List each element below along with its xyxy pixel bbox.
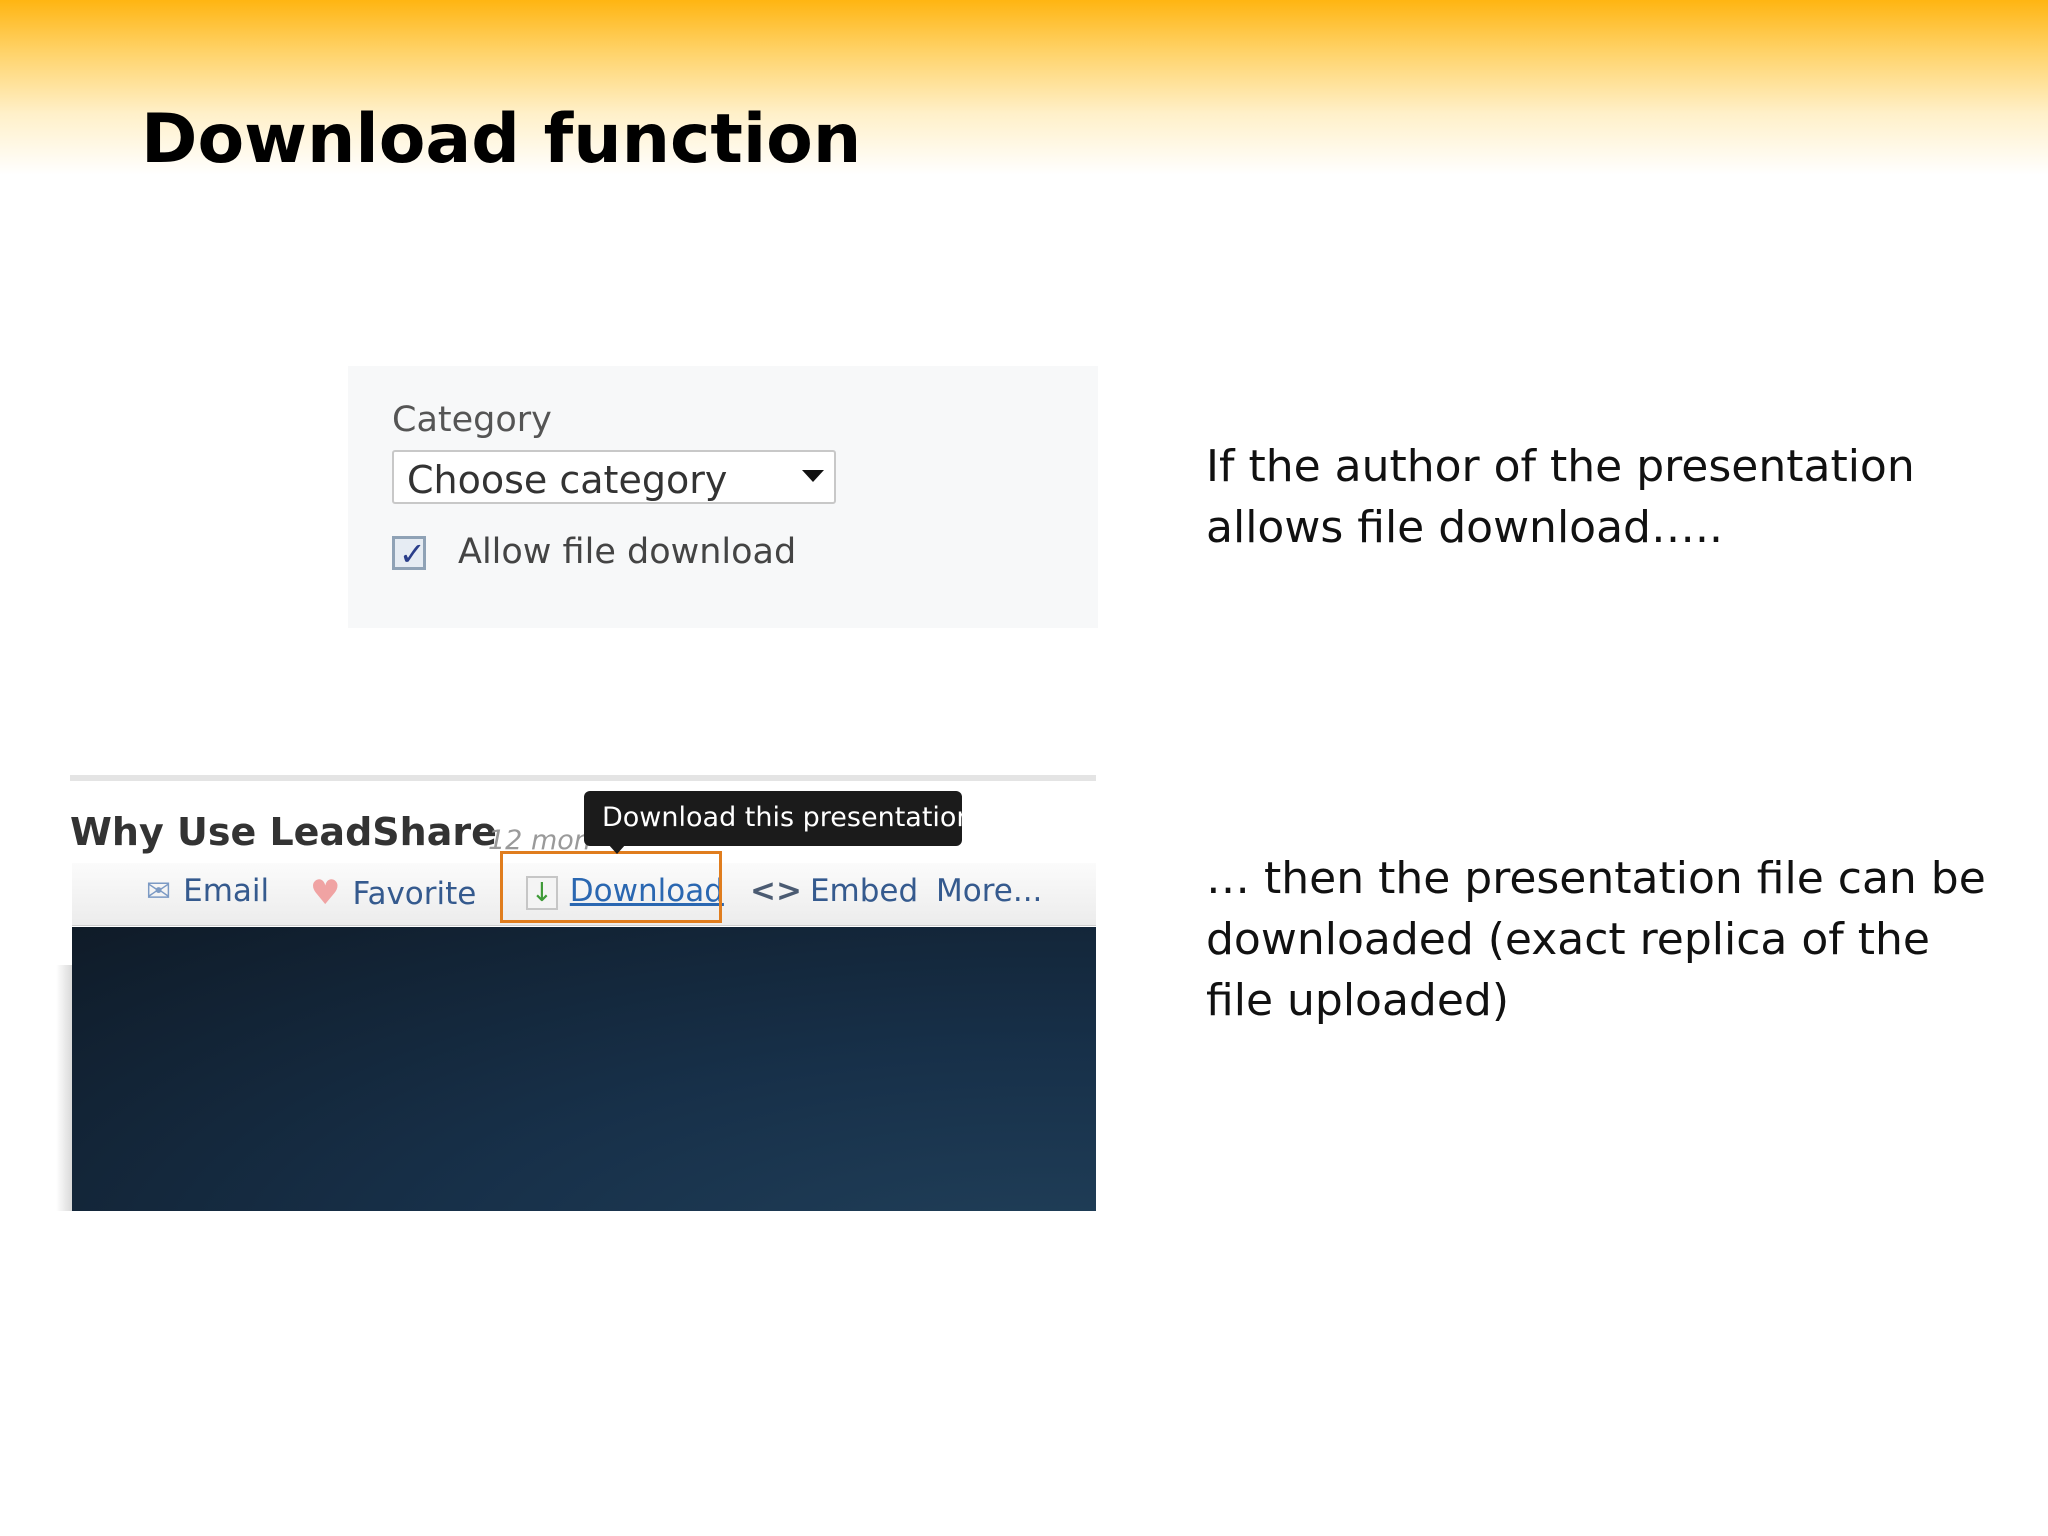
presentation-share-panel: Why Use LeadShare 12 mon ✉ Email ♥ Favorit…	[56, 775, 1096, 1211]
viewer-shadow	[56, 965, 72, 1211]
category-select[interactable]: Choose category	[392, 450, 836, 504]
favorite-label: Favorite	[352, 876, 477, 912]
download-tooltip: Download this presentation	[584, 791, 974, 854]
caption-allow-download: If the author of the presentation allows…	[1206, 441, 1915, 553]
category-select-value: Choose category	[407, 458, 728, 502]
dropdown-arrow-icon	[802, 470, 824, 482]
category-label: Category	[392, 400, 552, 440]
panel-divider	[70, 775, 1096, 781]
embed-label: Embed	[809, 873, 919, 909]
more-action[interactable]: More...	[936, 873, 1042, 913]
presentation-title[interactable]: Why Use LeadShare	[70, 810, 497, 854]
embed-icon: <>	[750, 873, 802, 909]
tooltip-pointer	[608, 844, 626, 854]
checkmark-icon: ✓	[399, 535, 426, 573]
embed-action[interactable]: <> Embed	[750, 873, 918, 913]
allow-download-label[interactable]: Allow file download	[458, 532, 796, 572]
more-label: More...	[936, 873, 1043, 909]
download-highlight-box	[500, 851, 722, 923]
slide-viewer[interactable]	[72, 927, 1096, 1211]
tooltip-text: Download this presentation	[602, 802, 974, 833]
heart-icon: ♥	[310, 873, 341, 913]
mail-icon: ✉	[146, 874, 172, 909]
category-settings-panel: Category Choose category ✓ Allow file do…	[348, 366, 1098, 628]
caption-file-downloaded: … then the presentation file can be down…	[1206, 853, 1986, 1026]
favorite-action[interactable]: ♥ Favorite	[310, 873, 476, 913]
slide-title: Download function	[141, 100, 862, 179]
email-action[interactable]: ✉ Email	[146, 873, 269, 913]
allow-download-checkbox[interactable]: ✓	[392, 535, 426, 573]
email-label: Email	[183, 873, 270, 909]
